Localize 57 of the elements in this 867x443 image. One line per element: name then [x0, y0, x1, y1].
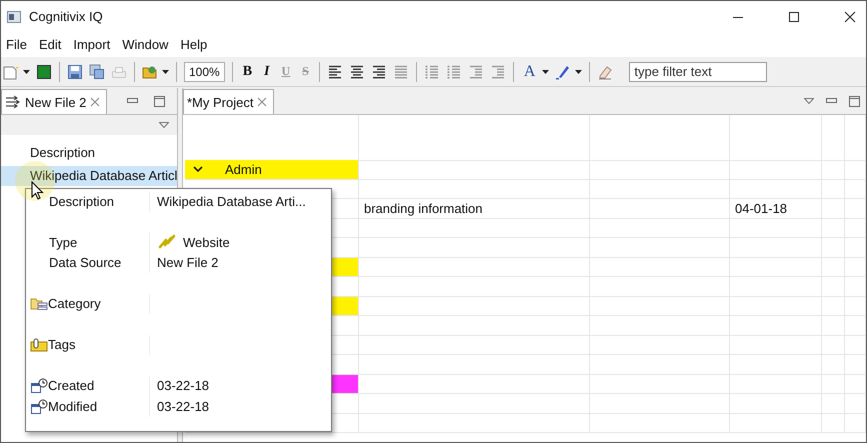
italic-button[interactable]: I [261, 64, 272, 80]
filter-field[interactable]: type filter text [629, 62, 768, 82]
eraser-icon[interactable] [597, 64, 614, 80]
save-all-icon[interactable] [89, 64, 105, 80]
menu-item[interactable]: Import [73, 37, 110, 52]
caret-icon[interactable] [575, 70, 582, 74]
save-icon[interactable] [67, 64, 83, 80]
chevron-icon[interactable] [193, 166, 203, 173]
property-value: 03-22-18 [157, 398, 210, 414]
menu-item[interactable]: File [6, 37, 27, 52]
property-value: New File 2 [157, 255, 218, 270]
tab-label: New File 2 [25, 94, 86, 110]
square-icon[interactable] [36, 64, 52, 80]
align-left-icon[interactable] [326, 64, 343, 80]
app-icon [7, 10, 21, 22]
pen-icon[interactable] [555, 64, 572, 80]
calendar-clock-icon [30, 398, 48, 414]
dropdown-icon[interactable] [804, 98, 814, 104]
menu-item[interactable]: Edit [38, 37, 62, 52]
property-label: Data Source [49, 255, 122, 270]
menu-item[interactable]: Help [180, 37, 208, 52]
table-cell: 04-01-18 [730, 199, 822, 218]
panel-tab[interactable]: New File 2 [1, 89, 108, 114]
caret-icon[interactable] [542, 70, 550, 74]
maximize-icon[interactable] [788, 10, 800, 22]
caret-icon[interactable] [162, 70, 169, 74]
font-color-button[interactable]: A [520, 62, 538, 80]
align-right-icon[interactable] [370, 64, 387, 80]
caret-icon[interactable] [23, 70, 30, 74]
property-label: Tags [48, 337, 76, 352]
zoom-field[interactable]: 100% [184, 62, 225, 82]
property-label: Modified [48, 398, 98, 414]
row-label: Admin [225, 162, 262, 177]
align-center-icon[interactable] [348, 64, 365, 80]
folder-icon[interactable] [142, 64, 158, 80]
property-value: Wikipedia Database Arti... [157, 194, 306, 209]
calendar-clock-icon [30, 378, 48, 394]
dropdown-icon[interactable] [159, 122, 169, 128]
property-label: Type [49, 234, 78, 250]
list-item[interactable]: Description [1, 143, 177, 163]
menu-item[interactable]: Window [122, 37, 168, 52]
window-title: Cognitivix IQ [29, 9, 103, 24]
list-item[interactable]: Wikipedia Database Articl [1, 166, 177, 186]
property-value: Website [183, 234, 230, 250]
arrows-icon [5, 95, 21, 109]
property-label: Created [48, 378, 94, 394]
link-icon [157, 234, 177, 250]
bold-button[interactable]: B [240, 64, 256, 80]
close-icon[interactable] [844, 10, 856, 22]
property-label: Category [48, 296, 101, 312]
table-cell: branding information [359, 199, 590, 218]
folder-icon [30, 296, 48, 311]
editor-tab[interactable]: *My Project [183, 89, 274, 114]
tab-label: *My Project [187, 94, 254, 110]
property-label: Description [49, 194, 114, 209]
tag-folder-icon [30, 338, 48, 352]
property-value: 03-22-18 [157, 378, 210, 394]
